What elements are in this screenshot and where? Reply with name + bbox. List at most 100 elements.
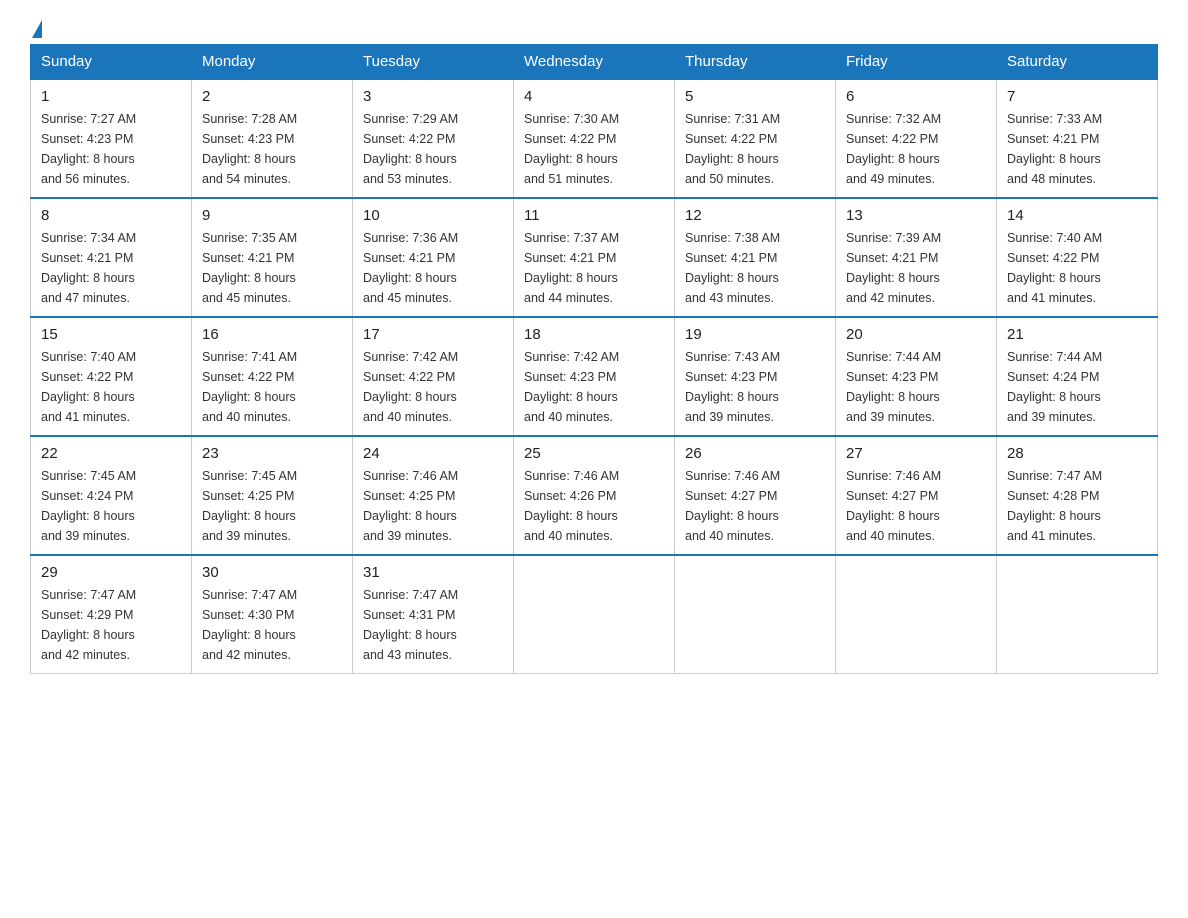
day-number: 13 [846, 207, 986, 224]
calendar-cell: 16 Sunrise: 7:41 AMSunset: 4:22 PMDayligh… [192, 317, 353, 436]
day-number: 6 [846, 88, 986, 105]
calendar-cell: 18 Sunrise: 7:42 AMSunset: 4:23 PMDayligh… [514, 317, 675, 436]
day-number: 27 [846, 445, 986, 462]
day-number: 18 [524, 326, 664, 343]
calendar-cell: 17 Sunrise: 7:42 AMSunset: 4:22 PMDayligh… [353, 317, 514, 436]
day-info: Sunrise: 7:31 AMSunset: 4:22 PMDaylight:… [685, 109, 825, 189]
day-number: 22 [41, 445, 181, 462]
day-number: 12 [685, 207, 825, 224]
day-number: 8 [41, 207, 181, 224]
day-number: 10 [363, 207, 503, 224]
calendar-cell: 8 Sunrise: 7:34 AMSunset: 4:21 PMDaylight… [31, 198, 192, 317]
calendar-cell: 26Sunrise: 7:46 AMSunset: 4:27 PMDayligh… [675, 436, 836, 555]
calendar-cell: 9 Sunrise: 7:35 AMSunset: 4:21 PMDaylight… [192, 198, 353, 317]
day-number: 21 [1007, 326, 1147, 343]
calendar-week-row: 1 Sunrise: 7:27 AMSunset: 4:23 PMDaylight… [31, 79, 1158, 198]
day-info: Sunrise: 7:35 AMSunset: 4:21 PMDaylight:… [202, 228, 342, 308]
calendar-cell: 31Sunrise: 7:47 AMSunset: 4:31 PMDayligh… [353, 555, 514, 674]
day-info: Sunrise: 7:42 AMSunset: 4:23 PMDaylight:… [524, 347, 664, 427]
day-number: 16 [202, 326, 342, 343]
calendar-cell: 12Sunrise: 7:38 AMSunset: 4:21 PMDayligh… [675, 198, 836, 317]
day-of-week-header: Wednesday [514, 45, 675, 80]
calendar-header-row: SundayMondayTuesdayWednesdayThursdayFrid… [31, 45, 1158, 80]
day-number: 23 [202, 445, 342, 462]
calendar-cell: 4Sunrise: 7:30 AMSunset: 4:22 PMDaylight… [514, 79, 675, 198]
day-info: Sunrise: 7:36 AMSunset: 4:21 PMDaylight:… [363, 228, 503, 308]
day-info: Sunrise: 7:47 AMSunset: 4:30 PMDaylight:… [202, 585, 342, 665]
day-number: 19 [685, 326, 825, 343]
day-info: Sunrise: 7:46 AMSunset: 4:25 PMDaylight:… [363, 466, 503, 546]
day-number: 15 [41, 326, 181, 343]
page-header [30, 20, 1158, 34]
calendar-cell [514, 555, 675, 674]
day-number: 2 [202, 88, 342, 105]
day-info: Sunrise: 7:45 AMSunset: 4:24 PMDaylight:… [41, 466, 181, 546]
calendar-week-row: 15 Sunrise: 7:40 AMSunset: 4:22 PMDayligh… [31, 317, 1158, 436]
calendar-cell: 27 Sunrise: 7:46 AMSunset: 4:27 PMDayligh… [836, 436, 997, 555]
logo [30, 20, 44, 34]
day-info: Sunrise: 7:29 AMSunset: 4:22 PMDaylight:… [363, 109, 503, 189]
calendar-cell: 13Sunrise: 7:39 AMSunset: 4:21 PMDayligh… [836, 198, 997, 317]
calendar-cell: 3 Sunrise: 7:29 AMSunset: 4:22 PMDaylight… [353, 79, 514, 198]
day-of-week-header: Tuesday [353, 45, 514, 80]
calendar-cell [997, 555, 1158, 674]
day-info: Sunrise: 7:46 AMSunset: 4:26 PMDaylight:… [524, 466, 664, 546]
day-info: Sunrise: 7:47 AMSunset: 4:28 PMDaylight:… [1007, 466, 1147, 546]
calendar-cell: 29 Sunrise: 7:47 AMSunset: 4:29 PMDayligh… [31, 555, 192, 674]
day-info: Sunrise: 7:30 AMSunset: 4:22 PMDaylight:… [524, 109, 664, 189]
calendar-cell: 20Sunrise: 7:44 AMSunset: 4:23 PMDayligh… [836, 317, 997, 436]
day-info: Sunrise: 7:34 AMSunset: 4:21 PMDaylight:… [41, 228, 181, 308]
day-info: Sunrise: 7:32 AMSunset: 4:22 PMDaylight:… [846, 109, 986, 189]
day-number: 14 [1007, 207, 1147, 224]
day-number: 29 [41, 564, 181, 581]
day-number: 5 [685, 88, 825, 105]
day-number: 9 [202, 207, 342, 224]
calendar-cell: 11 Sunrise: 7:37 AMSunset: 4:21 PMDayligh… [514, 198, 675, 317]
calendar-cell: 23 Sunrise: 7:45 AMSunset: 4:25 PMDayligh… [192, 436, 353, 555]
day-info: Sunrise: 7:47 AMSunset: 4:29 PMDaylight:… [41, 585, 181, 665]
day-info: Sunrise: 7:45 AMSunset: 4:25 PMDaylight:… [202, 466, 342, 546]
calendar-cell: 15 Sunrise: 7:40 AMSunset: 4:22 PMDayligh… [31, 317, 192, 436]
calendar-week-row: 29 Sunrise: 7:47 AMSunset: 4:29 PMDayligh… [31, 555, 1158, 674]
calendar-cell [675, 555, 836, 674]
day-info: Sunrise: 7:46 AMSunset: 4:27 PMDaylight:… [846, 466, 986, 546]
calendar-cell: 7 Sunrise: 7:33 AMSunset: 4:21 PMDaylight… [997, 79, 1158, 198]
day-of-week-header: Thursday [675, 45, 836, 80]
day-info: Sunrise: 7:42 AMSunset: 4:22 PMDaylight:… [363, 347, 503, 427]
day-number: 3 [363, 88, 503, 105]
day-info: Sunrise: 7:37 AMSunset: 4:21 PMDaylight:… [524, 228, 664, 308]
day-info: Sunrise: 7:33 AMSunset: 4:21 PMDaylight:… [1007, 109, 1147, 189]
calendar-cell: 1 Sunrise: 7:27 AMSunset: 4:23 PMDaylight… [31, 79, 192, 198]
day-of-week-header: Saturday [997, 45, 1158, 80]
calendar-cell: 28Sunrise: 7:47 AMSunset: 4:28 PMDayligh… [997, 436, 1158, 555]
day-info: Sunrise: 7:46 AMSunset: 4:27 PMDaylight:… [685, 466, 825, 546]
day-info: Sunrise: 7:47 AMSunset: 4:31 PMDaylight:… [363, 585, 503, 665]
day-info: Sunrise: 7:41 AMSunset: 4:22 PMDaylight:… [202, 347, 342, 427]
calendar-week-row: 8 Sunrise: 7:34 AMSunset: 4:21 PMDaylight… [31, 198, 1158, 317]
calendar-cell: 5 Sunrise: 7:31 AMSunset: 4:22 PMDaylight… [675, 79, 836, 198]
day-info: Sunrise: 7:40 AMSunset: 4:22 PMDaylight:… [41, 347, 181, 427]
day-number: 7 [1007, 88, 1147, 105]
day-number: 24 [363, 445, 503, 462]
calendar-cell: 2 Sunrise: 7:28 AMSunset: 4:23 PMDaylight… [192, 79, 353, 198]
day-number: 11 [524, 207, 664, 224]
calendar-cell: 19Sunrise: 7:43 AMSunset: 4:23 PMDayligh… [675, 317, 836, 436]
calendar-cell: 21 Sunrise: 7:44 AMSunset: 4:24 PMDayligh… [997, 317, 1158, 436]
day-of-week-header: Sunday [31, 45, 192, 80]
calendar-cell: 10 Sunrise: 7:36 AMSunset: 4:21 PMDayligh… [353, 198, 514, 317]
day-info: Sunrise: 7:40 AMSunset: 4:22 PMDaylight:… [1007, 228, 1147, 308]
day-number: 17 [363, 326, 503, 343]
calendar-week-row: 22 Sunrise: 7:45 AMSunset: 4:24 PMDayligh… [31, 436, 1158, 555]
day-info: Sunrise: 7:44 AMSunset: 4:24 PMDaylight:… [1007, 347, 1147, 427]
calendar-cell: 24 Sunrise: 7:46 AMSunset: 4:25 PMDayligh… [353, 436, 514, 555]
calendar-cell: 30 Sunrise: 7:47 AMSunset: 4:30 PMDayligh… [192, 555, 353, 674]
day-number: 1 [41, 88, 181, 105]
day-info: Sunrise: 7:28 AMSunset: 4:23 PMDaylight:… [202, 109, 342, 189]
calendar-cell: 6 Sunrise: 7:32 AMSunset: 4:22 PMDaylight… [836, 79, 997, 198]
day-info: Sunrise: 7:27 AMSunset: 4:23 PMDaylight:… [41, 109, 181, 189]
calendar-table: SundayMondayTuesdayWednesdayThursdayFrid… [30, 44, 1158, 674]
logo-triangle-icon [32, 20, 42, 38]
calendar-cell [836, 555, 997, 674]
day-number: 30 [202, 564, 342, 581]
day-of-week-header: Friday [836, 45, 997, 80]
